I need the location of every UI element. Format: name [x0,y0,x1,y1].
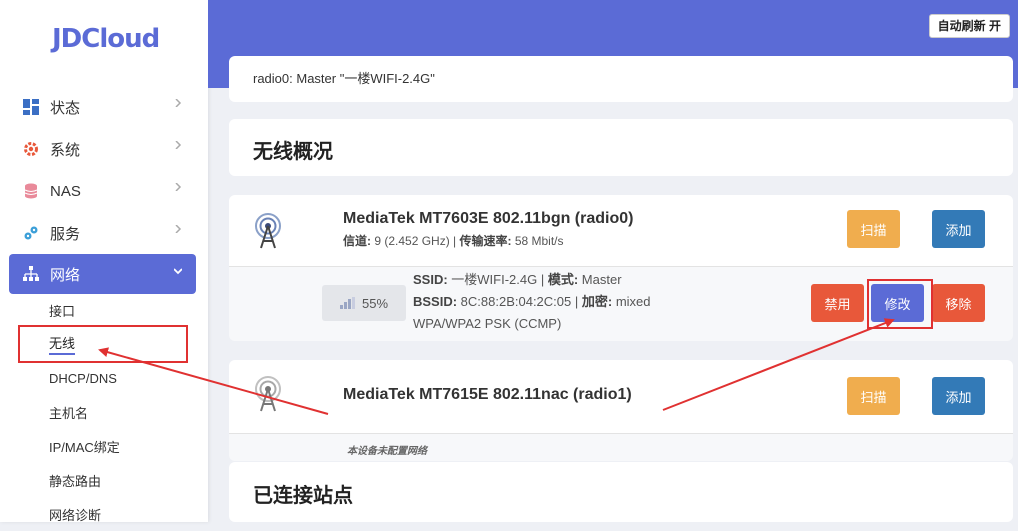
overview-card: 无线概况 [229,119,1013,176]
device-name: MediaTek MT7603E 802.11bgn (radio0) [343,210,634,227]
sidebar-item-status[interactable]: 状态 [0,86,208,128]
chevron-right-icon [175,141,182,149]
gear-icon [22,140,40,158]
subitem-hostnames[interactable]: 主机名 [49,395,257,429]
chevron-right-icon [175,183,182,191]
sidebar-item-label: NAS [50,182,81,200]
device-name: MediaTek MT7615E 802.11nac (radio1) [343,386,632,403]
annotation-highlight-edit [867,279,933,329]
network-icon [22,265,40,283]
sidebar-item-label: 服务 [50,225,81,243]
device-info: 信道: 9 (2.452 GHz) | 传输速率: 58 Mbit/s [343,234,564,248]
signal-strength: 55% [361,295,389,311]
database-icon [22,182,40,200]
add-button[interactable]: 添加 [932,377,985,415]
radio-title: radio0: Master "一楼WIFI-2.4G" [253,71,435,86]
auto-refresh-button[interactable]: 自动刷新 开 [928,14,1010,38]
sidebar-item-label: 网络 [50,266,81,284]
subitem-dhcp-dns[interactable]: DHCP/DNS [49,361,257,395]
sidebar-item-nas[interactable]: NAS [0,170,208,212]
wifi-antenna-icon [255,376,281,412]
disable-button[interactable]: 禁用 [811,284,864,322]
signal-bars-icon [339,297,355,309]
sidebar-nav: 状态 系统 NAS 服务 网络 [0,86,208,294]
stations-card: 已连接站点 [229,462,1013,522]
add-button[interactable]: 添加 [932,210,985,248]
scan-button[interactable]: 扫描 [847,377,900,415]
sidebar-item-services[interactable]: 服务 [0,212,208,254]
puzzle-icon [22,224,40,242]
device-card-radio1: MediaTek MT7615E 802.11nac (radio1) 扫描 添… [229,360,1013,461]
chevron-down-icon [174,268,182,275]
wifi-antenna-icon [255,213,281,249]
network-info: SSID: 一楼WIFI-2.4G | 模式: Master BSSID: 8C… [413,272,651,331]
radio-title-card: radio0: Master "一楼WIFI-2.4G" [229,56,1013,102]
no-network-note: 本设备未配置网络 [347,446,427,457]
dashboard-icon [22,98,40,116]
sidebar-item-label: 状态 [50,99,81,117]
network-row-empty: 本设备未配置网络 [229,433,1013,461]
section-title: 已连接站点 [253,485,353,507]
sidebar-item-network[interactable]: 网络 [9,254,196,294]
subitem-interfaces[interactable]: 接口 [49,293,257,327]
subitem-static-routes[interactable]: 静态路由 [49,463,257,497]
sidebar-item-label: 系统 [50,141,81,159]
sidebar-item-system[interactable]: 系统 [0,128,208,170]
signal-indicator: 55% [322,285,406,321]
logo: JDCloud [52,24,160,54]
chevron-right-icon [175,99,182,107]
remove-button[interactable]: 移除 [932,284,985,322]
subitem-diagnostics[interactable]: 网络诊断 [49,497,257,531]
chevron-right-icon [175,225,182,233]
section-title: 无线概况 [253,141,333,163]
subitem-ip-mac-binding[interactable]: IP/MAC绑定 [49,429,257,463]
sidebar: JDCloud 状态 系统 NAS 服务 网络 接口 无线 DHCP/DNS 主… [0,0,208,523]
scan-button[interactable]: 扫描 [847,210,900,248]
annotation-highlight-wireless [18,325,188,363]
